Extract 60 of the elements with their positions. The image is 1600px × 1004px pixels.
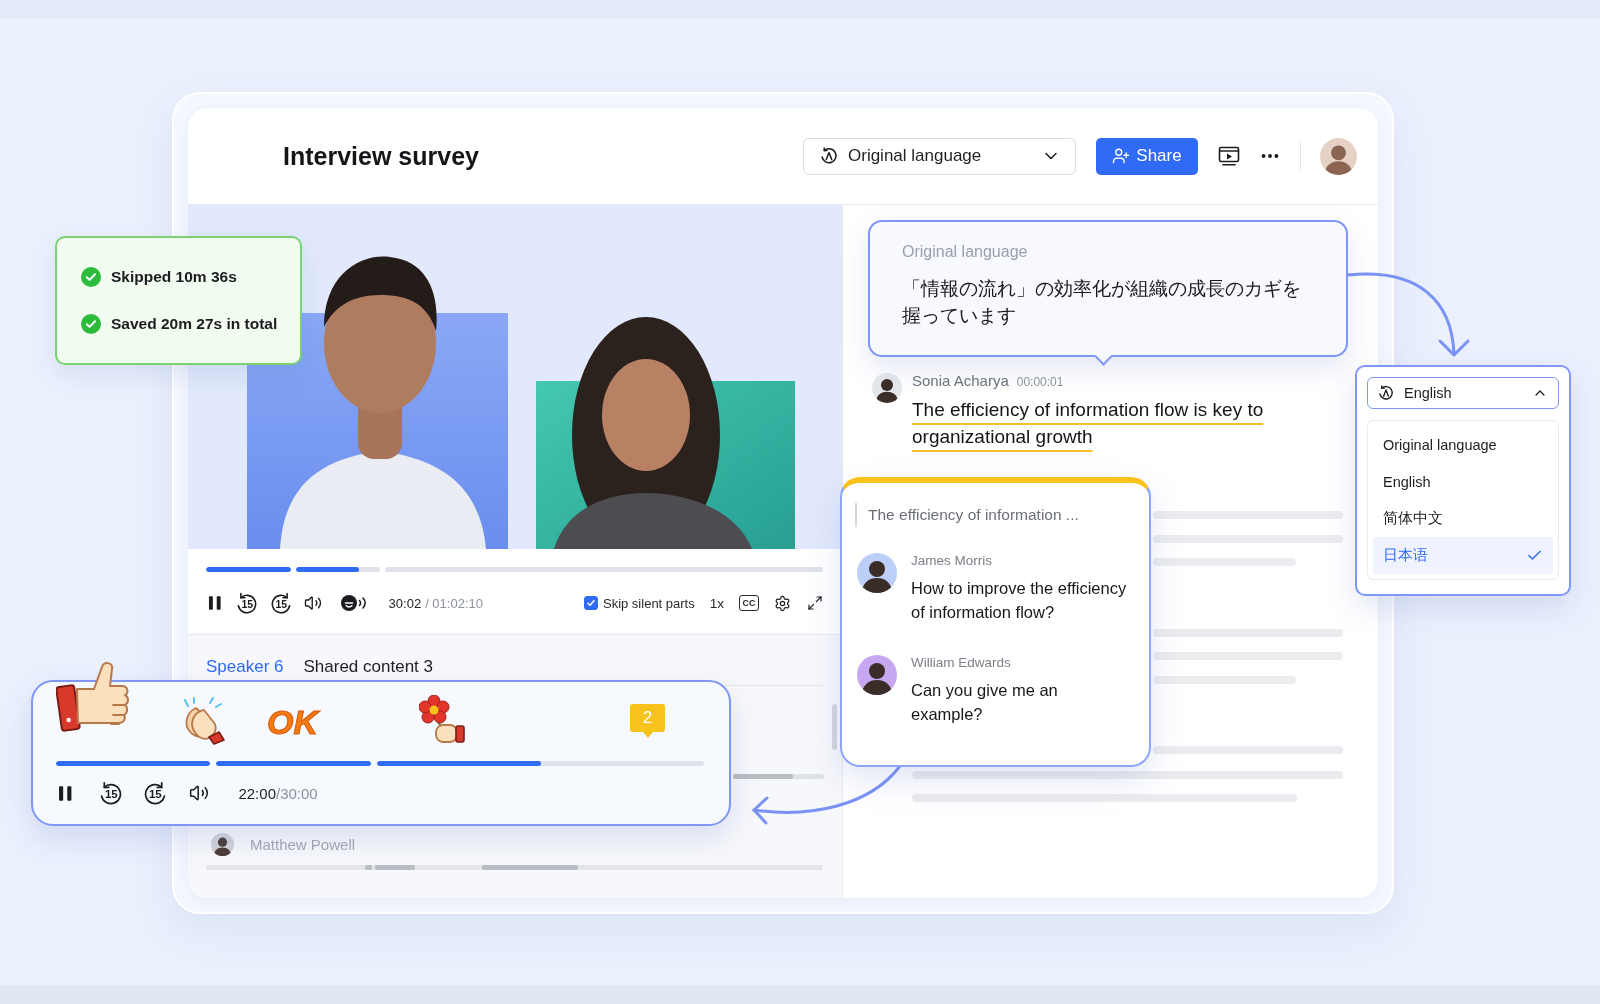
volume-icon[interactable] bbox=[303, 594, 322, 612]
add-user-icon bbox=[1112, 147, 1131, 165]
user-avatar bbox=[872, 373, 902, 403]
hand-with-flower-icon[interactable] bbox=[419, 695, 466, 746]
progress-track[interactable] bbox=[296, 567, 380, 572]
checkbox[interactable] bbox=[583, 596, 598, 610]
volume-icon[interactable] bbox=[189, 783, 210, 803]
progress-track[interactable] bbox=[56, 761, 210, 766]
language-select[interactable]: Original language bbox=[803, 137, 1076, 175]
checkbox-label[interactable]: Skip silent parts bbox=[602, 595, 695, 611]
menu-item[interactable]: Original language bbox=[1373, 426, 1553, 463]
check-circle-icon bbox=[81, 267, 101, 287]
captions-button[interactable]: CC bbox=[739, 595, 759, 611]
commenter-name: James Morris bbox=[911, 553, 993, 569]
tab[interactable]: Speaker 6 bbox=[206, 657, 284, 677]
transcript-text: The efficiency of information flow is key to organizational growth bbox=[912, 398, 1265, 449]
progress-track[interactable] bbox=[206, 567, 291, 572]
savings-text: Skipped 10m 36s bbox=[111, 268, 237, 286]
comment-text: Can you give me an example? bbox=[911, 680, 1059, 725]
pause-icon[interactable] bbox=[208, 595, 222, 611]
speaker-name: Sonia Acharya bbox=[912, 372, 1009, 389]
menu-item[interactable]: 日本语 bbox=[1373, 537, 1553, 574]
language-select[interactable]: English bbox=[1367, 377, 1559, 409]
progress-track[interactable] bbox=[377, 761, 704, 766]
bubble-tail bbox=[642, 732, 653, 738]
menu-item[interactable]: English bbox=[1373, 463, 1553, 500]
speed-button[interactable]: 1x bbox=[709, 595, 724, 611]
share-button[interactable]: Share bbox=[1096, 137, 1198, 175]
user-avatar[interactable] bbox=[1320, 137, 1357, 175]
commenter-name: William Edwards bbox=[911, 655, 1012, 671]
timestamp: 00:00:01 bbox=[1016, 375, 1064, 389]
total-time: / 01:02:10 bbox=[425, 595, 483, 611]
timeline-segment bbox=[733, 774, 793, 779]
savings-text: Saved 20m 27s in total bbox=[111, 315, 278, 333]
quoted-text: The efficiency of information ... bbox=[855, 503, 1136, 527]
current-time: 22:00 bbox=[238, 784, 276, 802]
progress-track[interactable] bbox=[216, 761, 371, 766]
translated-text: 「情報の流れ」の効率化が組織の成長のカギを握っています bbox=[902, 277, 1302, 328]
user-avatar bbox=[211, 833, 234, 856]
pause-icon[interactable] bbox=[58, 784, 73, 802]
tab[interactable]: Shared content 3 bbox=[303, 657, 433, 677]
current-time: 30:02 bbox=[388, 595, 422, 611]
timeline-segment bbox=[375, 865, 415, 870]
timeline-segment bbox=[365, 865, 372, 870]
speaker-name: Matthew Powell bbox=[250, 836, 356, 853]
menu-item[interactable]: 简体中文 bbox=[1373, 500, 1553, 537]
check-circle-icon bbox=[81, 314, 101, 334]
scrollbar-thumb[interactable] bbox=[832, 704, 837, 750]
settings-icon[interactable] bbox=[774, 594, 791, 612]
total-time: /30:00 bbox=[276, 784, 318, 802]
progress-track[interactable] bbox=[385, 567, 823, 572]
page-title: Interview survey bbox=[283, 141, 480, 171]
translate-icon bbox=[1378, 385, 1394, 401]
bubble-label: Original language bbox=[902, 243, 1029, 261]
translate-icon bbox=[820, 147, 838, 165]
checkmark-icon bbox=[585, 598, 596, 608]
video-screen-icon[interactable] bbox=[1218, 146, 1240, 166]
fullscreen-icon[interactable] bbox=[807, 595, 823, 611]
voice-icon[interactable] bbox=[339, 594, 368, 612]
comment-text: How to improve the efficiency of information flow? bbox=[911, 578, 1128, 623]
